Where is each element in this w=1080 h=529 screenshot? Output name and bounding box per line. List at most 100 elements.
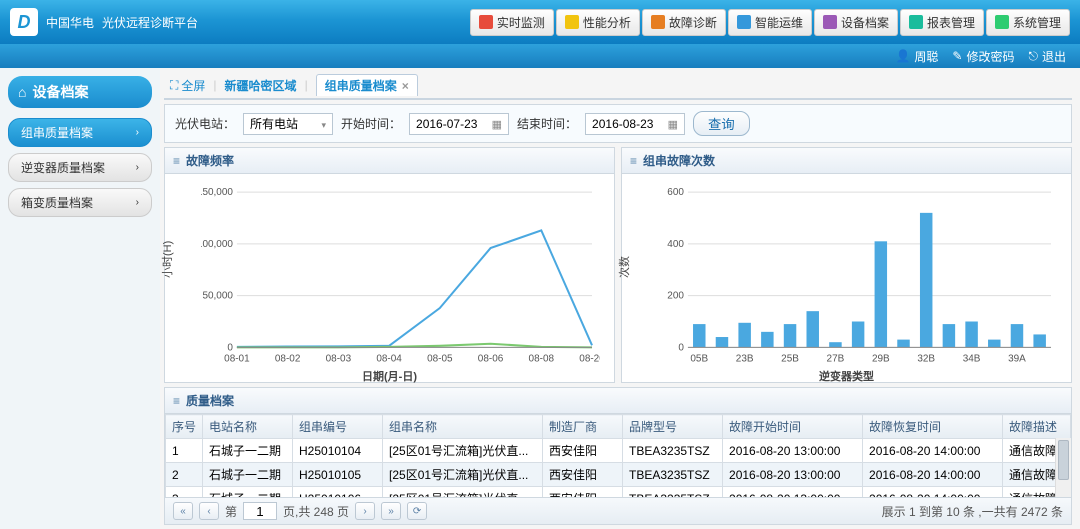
panel-fault-frequency: 故障频率 小时(H) 050,000100,000150,00008-0108-… bbox=[164, 147, 615, 383]
filter-bar: 光伏电站： 所有电站 开始时间： 2016-07-23 结束时间： 2016-0… bbox=[164, 104, 1072, 143]
topnav-item[interactable]: 设备档案 bbox=[814, 9, 898, 36]
nav-icon bbox=[565, 15, 579, 29]
nav-icon bbox=[823, 15, 837, 29]
pager-page-input[interactable] bbox=[243, 502, 277, 520]
pager-next-button[interactable]: › bbox=[355, 502, 375, 520]
change-password-link[interactable]: ✎ 修改密码 bbox=[952, 48, 1014, 65]
column-header[interactable]: 故障开始时间 bbox=[723, 415, 863, 439]
sidebar-item[interactable]: 逆变器质量档案› bbox=[8, 153, 152, 182]
chevron-right-icon: › bbox=[136, 127, 139, 138]
end-date-input[interactable]: 2016-08-23 bbox=[585, 113, 685, 135]
svg-text:08-20: 08-20 bbox=[579, 354, 600, 365]
column-header[interactable]: 组串编号 bbox=[293, 415, 383, 439]
svg-text:32B: 32B bbox=[917, 354, 935, 365]
svg-text:400: 400 bbox=[667, 239, 684, 250]
table-cell: 西安佳阳 bbox=[543, 463, 623, 487]
close-icon[interactable]: × bbox=[402, 79, 409, 93]
pager-refresh-button[interactable]: ⟳ bbox=[407, 502, 427, 520]
topnav-item[interactable]: 系统管理 bbox=[986, 9, 1070, 36]
topnav-item[interactable]: 故障诊断 bbox=[642, 9, 726, 36]
logout-link[interactable]: ⎋ 退出 bbox=[1028, 48, 1066, 65]
table-cell: 2016-08-20 13:00:00 bbox=[723, 487, 863, 498]
svg-text:08-06: 08-06 bbox=[478, 354, 504, 365]
table-row[interactable]: 1石城子一二期H25010104[25区01号汇流箱]光伏直...西安佳阳TBE… bbox=[166, 439, 1071, 463]
table-cell: [25区01号汇流箱]光伏直... bbox=[383, 439, 543, 463]
start-date-label: 开始时间： bbox=[341, 115, 401, 132]
topnav-item[interactable]: 报表管理 bbox=[900, 9, 984, 36]
column-header[interactable]: 制造厂商 bbox=[543, 415, 623, 439]
nav-label: 智能运维 bbox=[755, 14, 803, 31]
column-header[interactable]: 电站名称 bbox=[203, 415, 293, 439]
home-icon bbox=[18, 84, 26, 100]
table-cell: TBEA3235TSZ bbox=[623, 463, 723, 487]
table-row[interactable]: 3石城子一二期H25010106[25区01号汇流箱]光伏直...西安佳阳TBE… bbox=[166, 487, 1071, 498]
scrollbar-thumb[interactable] bbox=[1058, 440, 1069, 480]
tab-label: 组串质量档案 bbox=[325, 77, 397, 94]
nav-label: 报表管理 bbox=[927, 14, 975, 31]
topnav-item[interactable]: 实时监测 bbox=[470, 9, 554, 36]
svg-text:25B: 25B bbox=[781, 354, 799, 365]
pager-info: 展示 1 到第 10 条 ,一共有 2472 条 bbox=[882, 503, 1063, 520]
pager-first-button[interactable]: « bbox=[173, 502, 193, 520]
column-header[interactable]: 故障描述 bbox=[1003, 415, 1071, 439]
table-cell: 西安佳阳 bbox=[543, 487, 623, 498]
topnav-item[interactable]: 性能分析 bbox=[556, 9, 640, 36]
column-header[interactable]: 组串名称 bbox=[383, 415, 543, 439]
table-cell: [25区01号汇流箱]光伏直... bbox=[383, 463, 543, 487]
start-date-value: 2016-07-23 bbox=[416, 117, 477, 131]
calendar-icon bbox=[492, 117, 502, 131]
region-link[interactable]: 新疆哈密区域 bbox=[225, 77, 297, 94]
svg-text:150,000: 150,000 bbox=[201, 187, 233, 198]
sidebar-item[interactable]: 箱变质量档案› bbox=[8, 188, 152, 217]
svg-text:200: 200 bbox=[667, 291, 684, 302]
user-bar: 👤 周聪 ✎ 修改密码 ⎋ 退出 bbox=[0, 44, 1080, 68]
current-user[interactable]: 👤 周聪 bbox=[895, 48, 938, 65]
table-cell: 石城子一二期 bbox=[203, 463, 293, 487]
nav-icon bbox=[909, 15, 923, 29]
svg-text:34B: 34B bbox=[963, 354, 981, 365]
panel-fault-count: 组串故障次数 次数 020040060005B23B25B27B29B32B34… bbox=[621, 147, 1072, 383]
column-header[interactable]: 序号 bbox=[166, 415, 203, 439]
pager-prev-button[interactable]: ‹ bbox=[199, 502, 219, 520]
menu-icon bbox=[173, 154, 180, 168]
person-icon: 👤 bbox=[895, 49, 910, 63]
start-date-input[interactable]: 2016-07-23 bbox=[409, 113, 509, 135]
table-title: 质量档案 bbox=[186, 392, 234, 409]
y-axis-label: 小时(H) bbox=[160, 241, 175, 278]
station-value: 所有电站 bbox=[250, 115, 298, 132]
topnav-item[interactable]: 智能运维 bbox=[728, 9, 812, 36]
sidebar-title-text: 设备档案 bbox=[32, 82, 88, 102]
change-password-label: 修改密码 bbox=[966, 48, 1014, 65]
user-name: 周聪 bbox=[914, 48, 938, 65]
table-cell: 石城子一二期 bbox=[203, 487, 293, 498]
svg-text:29B: 29B bbox=[872, 354, 890, 365]
table-cell: 3 bbox=[166, 487, 203, 498]
sidebar-item[interactable]: 组串质量档案 › bbox=[8, 118, 152, 147]
table-row[interactable]: 2石城子一二期H25010105[25区01号汇流箱]光伏直...西安佳阳TBE… bbox=[166, 463, 1071, 487]
nav-icon bbox=[651, 15, 665, 29]
svg-text:0: 0 bbox=[678, 342, 684, 353]
table-cell: H25010105 bbox=[293, 463, 383, 487]
table-cell: 2016-08-20 14:00:00 bbox=[863, 439, 1003, 463]
svg-text:08-01: 08-01 bbox=[224, 354, 250, 365]
tab-active[interactable]: 组串质量档案 × bbox=[316, 74, 418, 96]
top-nav: 实时监测性能分析故障诊断 智能运维 设备档案 报表管理系统管理 bbox=[470, 9, 1070, 36]
fullscreen-toggle[interactable]: ⛶ 全屏 bbox=[170, 77, 205, 94]
query-button[interactable]: 查询 bbox=[693, 111, 750, 136]
nav-label: 设备档案 bbox=[841, 14, 889, 31]
station-select[interactable]: 所有电站 bbox=[243, 113, 333, 135]
end-date-label: 结束时间： bbox=[517, 115, 577, 132]
svg-text:08-03: 08-03 bbox=[326, 354, 352, 365]
calendar-icon bbox=[668, 117, 678, 131]
svg-text:08-02: 08-02 bbox=[275, 354, 301, 365]
column-header[interactable]: 品牌型号 bbox=[623, 415, 723, 439]
column-header[interactable]: 故障恢复时间 bbox=[863, 415, 1003, 439]
quality-archive-panel: 质量档案 序号电站名称组串编号组串名称制造厂商品牌型号故障开始时间故障恢复时间故… bbox=[164, 387, 1072, 525]
svg-text:50,000: 50,000 bbox=[202, 291, 233, 302]
svg-text:08-08: 08-08 bbox=[529, 354, 555, 365]
table-cell: H25010104 bbox=[293, 439, 383, 463]
pager-last-button[interactable]: » bbox=[381, 502, 401, 520]
y-axis-label: 次数 bbox=[616, 256, 632, 278]
sidebar-item-label: 组串质量档案 bbox=[21, 124, 93, 141]
vertical-scrollbar[interactable] bbox=[1055, 438, 1071, 497]
